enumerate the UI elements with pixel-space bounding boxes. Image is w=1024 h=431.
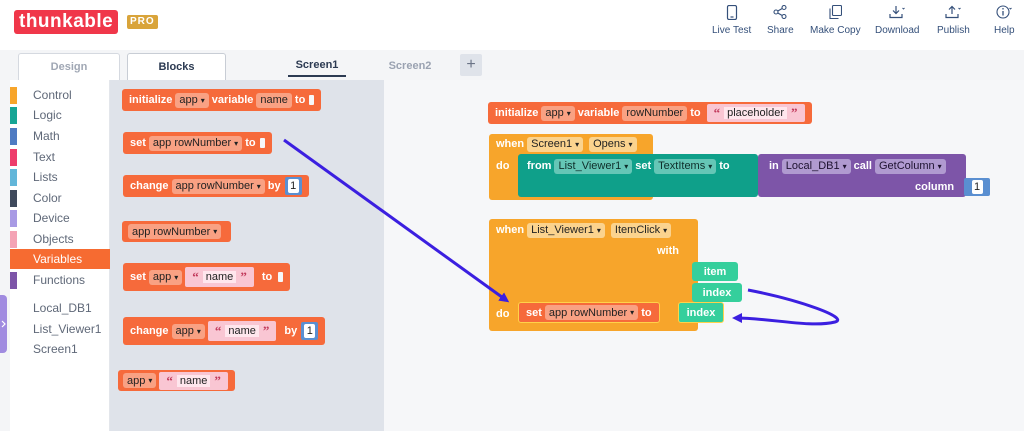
loop-arrow: [732, 288, 839, 326]
annotation-arrows: [283, 138, 839, 326]
drag-arrow: [283, 138, 510, 303]
